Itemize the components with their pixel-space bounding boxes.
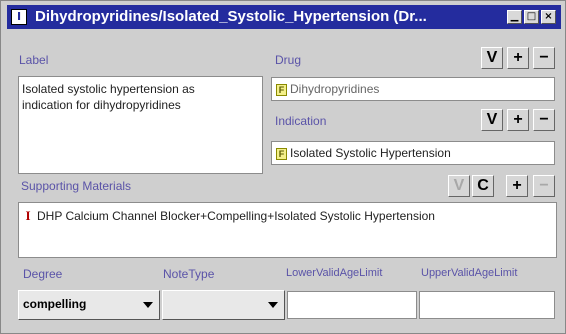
window: I Dihydropyridines/Isolated_Systolic_Hyp… [0, 0, 566, 334]
upper-age-input[interactable] [419, 291, 555, 319]
label-text-line2: indication for dihydropyridines [22, 98, 181, 112]
supporting-heading: Supporting Materials [21, 179, 132, 193]
maximize-button[interactable]: □ [524, 10, 539, 24]
instance-icon: I [25, 208, 31, 223]
window-title: Dihydropyridines/Isolated_Systolic_Hyper… [35, 8, 427, 25]
label-textarea[interactable]: Isolated systolic hypertension as indica… [18, 76, 263, 174]
supporting-item-text: DHP Calcium Channel Blocker+Compelling+I… [37, 209, 435, 223]
supporting-add-button[interactable]: + [506, 175, 528, 197]
lower-age-input[interactable] [287, 291, 417, 319]
indication-remove-button[interactable]: − [533, 109, 555, 131]
minimize-button[interactable]: ▁ [507, 10, 522, 24]
indication-heading: Indication [275, 114, 327, 128]
chevron-down-icon [268, 302, 278, 308]
instance-icon: I [11, 9, 27, 25]
supporting-create-button[interactable]: C [472, 175, 494, 197]
drug-remove-button[interactable]: − [533, 47, 555, 69]
list-item[interactable]: I DHP Calcium Channel Blocker+Compelling+… [23, 208, 435, 224]
drug-field[interactable]: F Dihydropyridines [271, 77, 555, 101]
note-type-select[interactable] [162, 290, 285, 320]
label-heading: Label [19, 53, 49, 67]
drug-value: Dihydropyridines [290, 82, 380, 96]
title-bar[interactable]: I Dihydropyridines/Isolated_Systolic_Hyp… [7, 5, 561, 29]
indication-field[interactable]: F Isolated Systolic Hypertension [271, 141, 555, 165]
supporting-remove-button[interactable]: − [533, 175, 555, 197]
degree-select[interactable]: compelling [18, 290, 160, 320]
lower-age-label: LowerValidAgeLimit [286, 267, 383, 279]
note-type-label: NoteType [163, 267, 215, 281]
upper-age-label: UpperValidAgeLimit [421, 267, 518, 279]
supporting-list[interactable]: I DHP Calcium Channel Blocker+Compelling+… [18, 202, 557, 258]
frame-icon: F [276, 83, 287, 96]
chevron-down-icon [143, 302, 153, 308]
drug-view-button[interactable]: V [481, 47, 503, 69]
degree-label: Degree [23, 267, 63, 281]
indication-value: Isolated Systolic Hypertension [290, 146, 451, 160]
indication-add-button[interactable]: + [507, 109, 529, 131]
label-text-line1: Isolated systolic hypertension as [22, 82, 195, 96]
close-button[interactable]: × [541, 10, 556, 24]
supporting-view-button[interactable]: V [448, 175, 470, 197]
indication-view-button[interactable]: V [481, 109, 503, 131]
degree-value: compelling [23, 297, 87, 311]
drug-heading: Drug [275, 53, 302, 67]
frame-icon: F [276, 147, 287, 160]
drug-add-button[interactable]: + [507, 47, 529, 69]
